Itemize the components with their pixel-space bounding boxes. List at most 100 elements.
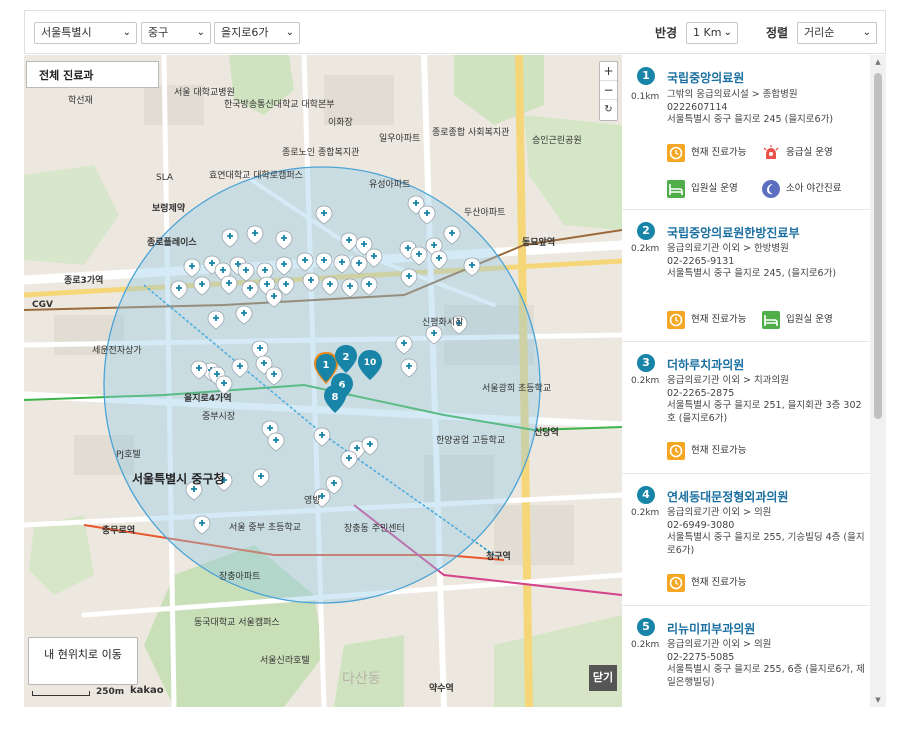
- map-label: 청구역: [486, 550, 511, 562]
- cluster-label: 8: [332, 392, 339, 403]
- map-label: 보령제약: [152, 202, 186, 214]
- chevron-down-icon: ⌄: [122, 27, 131, 38]
- region3-select[interactable]: 을지로6가 ⌄: [214, 22, 300, 44]
- clock-icon: [667, 574, 685, 592]
- scale-label: 250m: [96, 687, 125, 697]
- map-label: CGV: [32, 300, 53, 310]
- hospital-phone: 02-2265-2875: [667, 387, 735, 399]
- region2-select[interactable]: 중구 ⌄: [141, 22, 211, 44]
- map-label: 을지로4가역: [184, 392, 232, 404]
- map-label: 충무로역: [102, 524, 135, 536]
- zoom-in-button[interactable]: +: [600, 62, 617, 81]
- region3-value: 을지로6가: [221, 26, 269, 39]
- distance: 0.2km: [631, 508, 660, 518]
- badge-label: 입원실 운영: [691, 183, 738, 194]
- hospital-name[interactable]: 더하루치과의원: [667, 356, 744, 373]
- map-label: 서울신라호텔: [260, 654, 310, 666]
- badge-label: 현재 진료가능: [691, 445, 747, 456]
- map-label: 신당역: [534, 426, 559, 438]
- scroll-up-icon[interactable]: ▲: [870, 58, 886, 66]
- rank-number: 4: [637, 486, 655, 504]
- hospital-phone: 02-6949-3080: [667, 519, 735, 531]
- list-item[interactable]: 3 0.2km 더하루치과의원 응급의료기관 이외 > 치과의원 02-2265…: [622, 342, 870, 474]
- map-canvas[interactable]: 1 2 6 8 10 서울 대학교병원 한국방송통신대학교 대학본부 이화장 일…: [24, 55, 622, 707]
- radius-label: 반경: [655, 26, 678, 40]
- map-label: 이화장: [328, 117, 353, 128]
- badge-label: 현재 진료가능: [691, 314, 747, 325]
- chevron-down-icon: ⌄: [196, 27, 205, 38]
- map-label: 세운전자상가: [92, 345, 142, 356]
- radius-select[interactable]: 1 Km ⌄: [686, 22, 738, 44]
- my-location-label: 내 현위치로 이동: [44, 648, 122, 661]
- filter-toolbar: 서울특별시 ⌄ 중구 ⌄ 을지로6가 ⌄ 반경 1 Km ⌄ 정렬 거리순 ⌄: [24, 10, 886, 54]
- cluster-label: 2: [343, 352, 350, 363]
- map-label: 신평화시장: [422, 317, 463, 328]
- map-label: SLA: [156, 173, 174, 183]
- scrollbar-thumb[interactable]: [874, 73, 882, 419]
- rank-number: 3: [637, 354, 655, 372]
- list-scrollbar[interactable]: ▲ ▼: [870, 55, 886, 707]
- clock-icon: [667, 442, 685, 460]
- region1-select[interactable]: 서울특별시 ⌄: [34, 22, 137, 44]
- chevron-down-icon: ⌄: [723, 27, 732, 38]
- map-label: PJ호텔: [116, 448, 141, 460]
- siren-icon: [762, 144, 780, 162]
- close-button[interactable]: 닫기: [589, 665, 617, 691]
- all-departments-button[interactable]: 전체 진료과: [26, 61, 159, 88]
- region1-value: 서울특별시: [41, 26, 92, 39]
- map-label: 장충동 주민센터: [344, 523, 405, 534]
- hospital-category: 응급의료기관 이외 > 한방병원: [667, 243, 789, 254]
- map-label: 서울 중부 초등학교: [229, 522, 301, 533]
- badge-label: 소아 야간진료: [786, 183, 842, 194]
- sort-select[interactable]: 거리순 ⌄: [797, 22, 877, 44]
- chevron-down-icon: ⌄: [285, 27, 294, 38]
- map-label: 한양공업 고등학교: [436, 435, 505, 446]
- hospital-address: 서울특별시 중구 을지로 255, 6층 (을지로6가, 제일은행빌딩): [667, 664, 865, 688]
- kakao-logo: kakao: [130, 685, 164, 696]
- map-label: 서울 대학교병원: [174, 87, 235, 98]
- map-view[interactable]: 1 2 6 8 10 서울 대학교병원 한국방송통신대학교 대학본부 이화장 일…: [24, 55, 622, 707]
- rank-number: 1: [637, 67, 655, 85]
- clock-icon: [667, 144, 685, 162]
- map-label: 종로종합 사회복지관: [432, 127, 509, 138]
- zoom-out-button[interactable]: −: [600, 81, 617, 100]
- hospital-name[interactable]: 국립중앙의료원한방진료부: [667, 224, 799, 241]
- clock-icon: [667, 311, 685, 329]
- my-location-button[interactable]: 내 현위치로 이동: [28, 637, 138, 685]
- refresh-icon[interactable]: ↻: [600, 100, 617, 119]
- hospital-name[interactable]: 국립중앙의료원: [667, 69, 744, 86]
- sort-label: 정렬: [766, 26, 789, 40]
- hospital-address: 서울특별시 중구 을지로 251, 을지회관 3층 302호 (을지로6가): [667, 400, 862, 424]
- hospital-category: 응급의료기관 이외 > 의원: [667, 639, 772, 650]
- rank-number: 5: [637, 618, 655, 636]
- map-label: 두산아파트: [464, 207, 505, 218]
- scroll-down-icon[interactable]: ▼: [870, 696, 886, 704]
- cluster-label: 10: [364, 358, 377, 368]
- map-label: 약수역: [429, 682, 454, 694]
- zoom-control: + − ↻: [599, 61, 618, 121]
- distance: 0.1km: [631, 92, 660, 102]
- hospital-name[interactable]: 리뉴미피부과의원: [667, 620, 755, 637]
- chevron-down-icon: ⌄: [862, 27, 871, 38]
- distance: 0.2km: [631, 376, 660, 386]
- list-item[interactable]: 5 0.2km 리뉴미피부과의원 응급의료기관 이외 > 의원 02-2275-…: [622, 606, 870, 707]
- map-label: 중부시장: [202, 411, 235, 422]
- badge-label: 현재 진료가능: [691, 577, 747, 588]
- hospital-address: 서울특별시 중구 을지로 245 (을지로6가): [667, 114, 834, 125]
- sort-value: 거리순: [804, 26, 835, 39]
- hospital-name[interactable]: 연세동대문정형외과의원: [667, 488, 788, 505]
- map-label: 유성아파트: [369, 179, 410, 190]
- badge-label: 입원실 운영: [786, 314, 833, 325]
- list-item[interactable]: 1 0.1km 국립중앙의료원 그밖의 응급의료시설 > 종합병원 022260…: [622, 55, 870, 210]
- bed-icon: [762, 311, 780, 329]
- map-label: 동묘앞역: [522, 236, 555, 248]
- map-label: 동국대학교 서울캠퍼스: [194, 616, 280, 628]
- distance: 0.2km: [631, 640, 660, 650]
- distance: 0.2km: [631, 244, 660, 254]
- map-label: 종로플레이스: [147, 236, 197, 248]
- rank-number: 2: [637, 222, 655, 240]
- hospital-phone: 02-2275-5085: [667, 651, 735, 663]
- list-item[interactable]: 4 0.2km 연세동대문정형외과의원 응급의료기관 이외 > 의원 02-69…: [622, 474, 870, 606]
- list-item[interactable]: 2 0.2km 국립중앙의료원한방진료부 응급의료기관 이외 > 한방병원 02…: [622, 210, 870, 342]
- hospital-phone: 0222607114: [667, 101, 728, 113]
